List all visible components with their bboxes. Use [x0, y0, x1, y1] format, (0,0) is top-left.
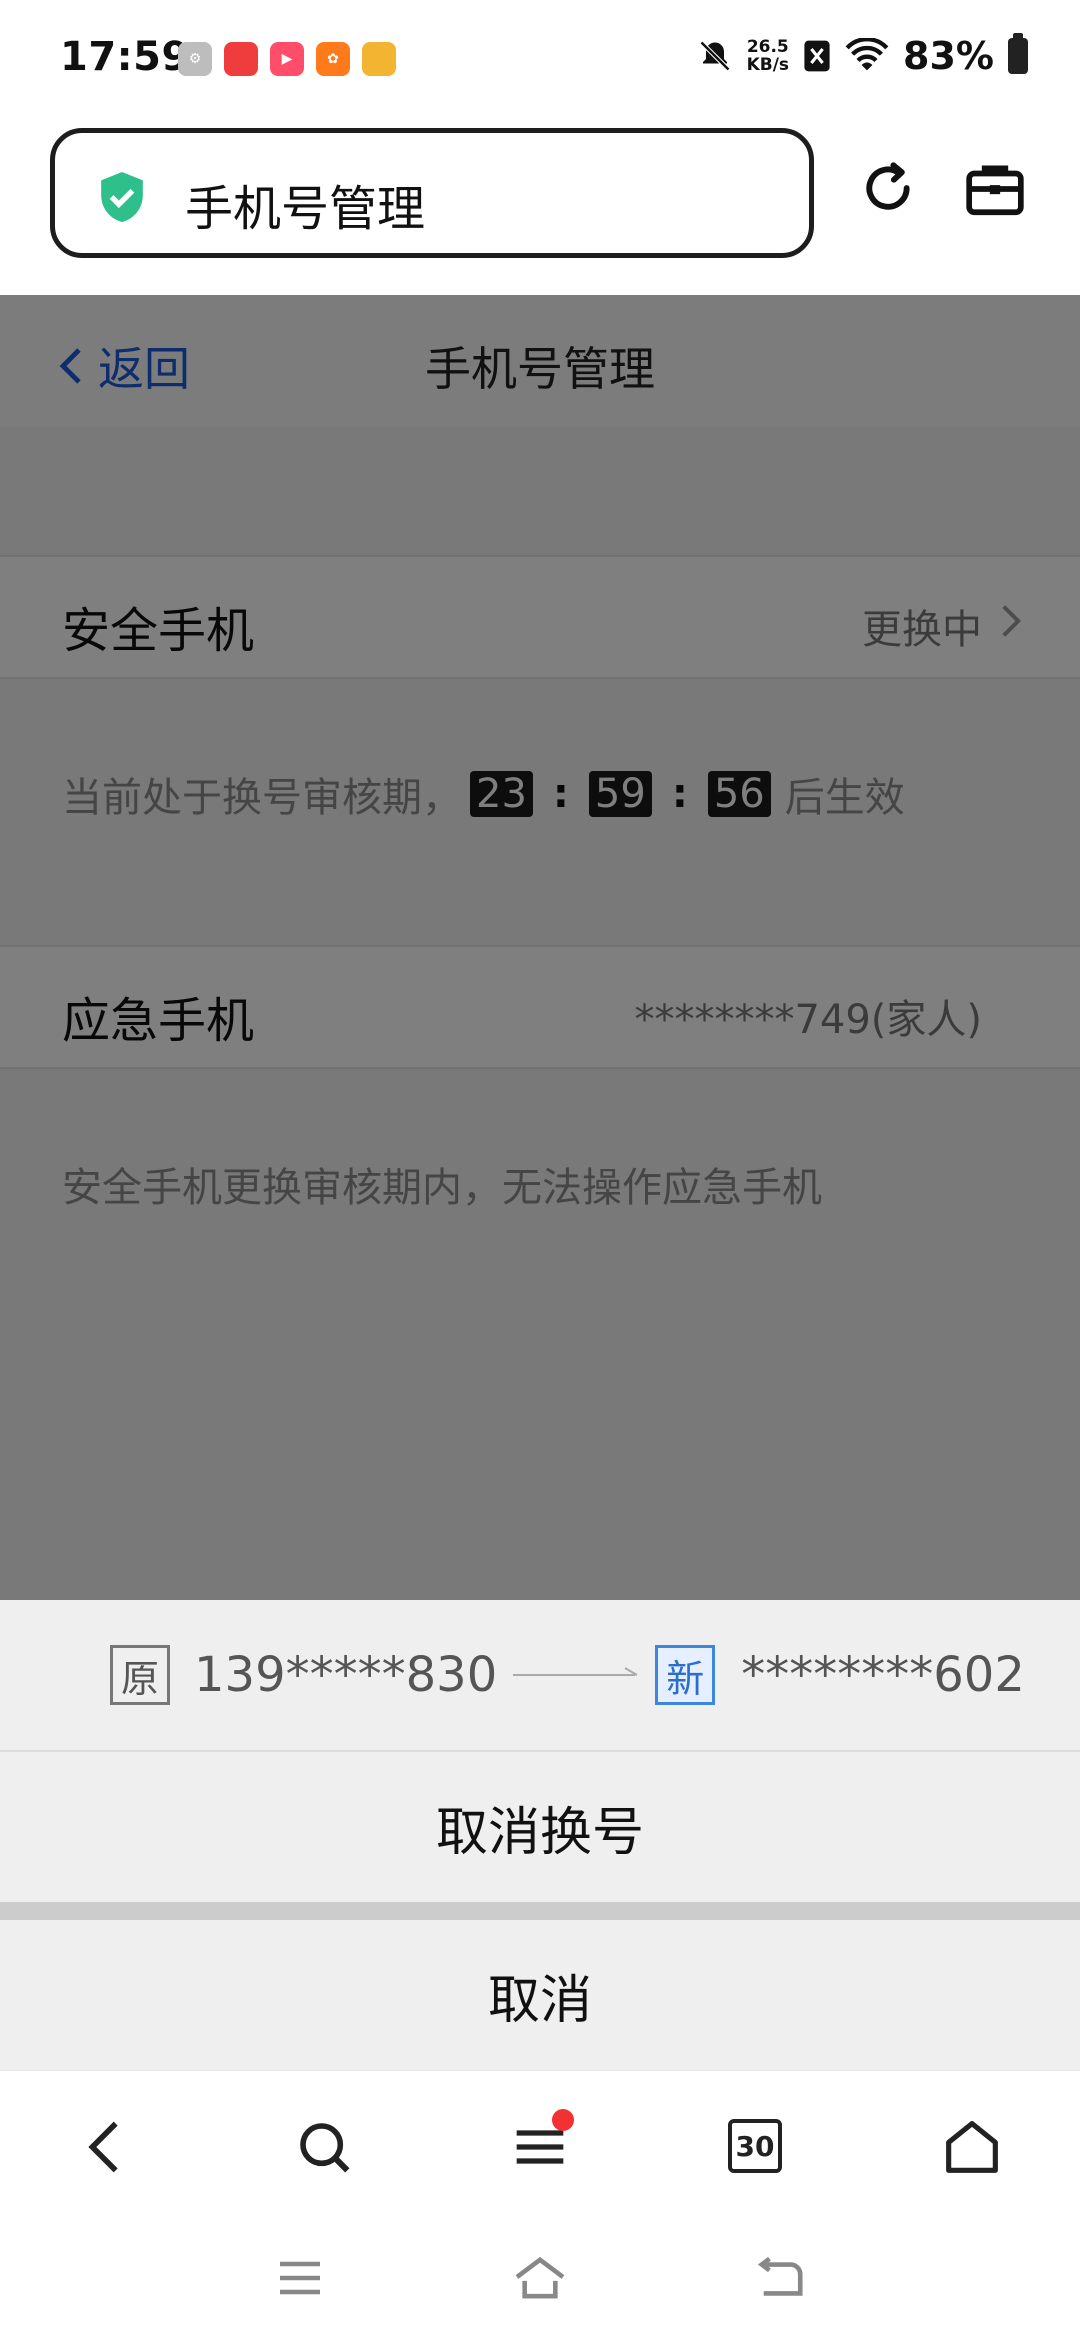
cancel-button[interactable]: 取消 — [0, 1920, 1080, 2070]
net-speed: 26.5 KB/s — [747, 38, 789, 74]
old-tag: 原 — [110, 1645, 170, 1705]
reload-icon[interactable] — [856, 156, 920, 220]
settings-app-icon: ⚙ — [178, 42, 212, 76]
video-app-icon: ▶ — [270, 42, 304, 76]
back-icon[interactable] — [86, 2119, 122, 2175]
status-right: 26.5 KB/s 83% — [697, 33, 1028, 78]
toolbox-icon[interactable] — [964, 160, 1026, 218]
status-app-icons: ⚙ ▶ ✿ — [178, 42, 396, 76]
browser-bottom-nav: 30 — [0, 2070, 1080, 2220]
menu-button[interactable] — [512, 2109, 574, 2175]
system-nav — [0, 2220, 1080, 2344]
security-shield-icon — [101, 172, 143, 222]
system-back-icon[interactable] — [756, 2256, 806, 2300]
game-app-icon — [362, 42, 396, 76]
wifi-icon — [845, 38, 889, 71]
home-icon[interactable] — [944, 2119, 1000, 2175]
mute-bell-icon — [699, 40, 730, 72]
arrow-right-icon — [513, 1667, 638, 1676]
url-title: 手机号管理 — [185, 181, 426, 237]
battery-percent: 83% — [903, 34, 994, 78]
net-speed-unit: KB/s — [746, 55, 790, 75]
browser-header: 手机号管理 — [0, 120, 1080, 295]
search-icon[interactable] — [296, 2119, 352, 2175]
status-bar: 17:59 ⚙ ▶ ✿ 26.5 KB/s 83% — [0, 0, 1080, 120]
number-change-info: 原 139*****830 新 ********602 — [0, 1600, 1080, 1752]
action-sheet: 原 139*****830 新 ********602 取消换号 取消 — [0, 1600, 1080, 2070]
system-menu-icon[interactable] — [276, 2258, 324, 2298]
cancel-change-button[interactable]: 取消换号 — [0, 1752, 1080, 1902]
system-home-icon[interactable] — [512, 2254, 568, 2300]
orange-app-icon: ✿ — [316, 42, 350, 76]
old-number: 139*****830 — [194, 1647, 498, 1703]
tabs-button[interactable]: 30 — [728, 2119, 782, 2173]
sheet-divider — [0, 1902, 1080, 1920]
new-number: ********602 — [741, 1647, 1025, 1703]
no-sim-icon — [804, 40, 830, 72]
battery-icon — [1008, 33, 1028, 74]
net-speed-value: 26.5 — [746, 37, 789, 57]
status-time: 17:59 — [60, 34, 190, 80]
url-bar[interactable]: 手机号管理 — [50, 128, 814, 258]
modal-overlay[interactable] — [0, 295, 1080, 1600]
new-tag: 新 — [655, 1645, 716, 1705]
notification-dot — [552, 2109, 574, 2131]
huawei-store-icon — [224, 42, 258, 76]
